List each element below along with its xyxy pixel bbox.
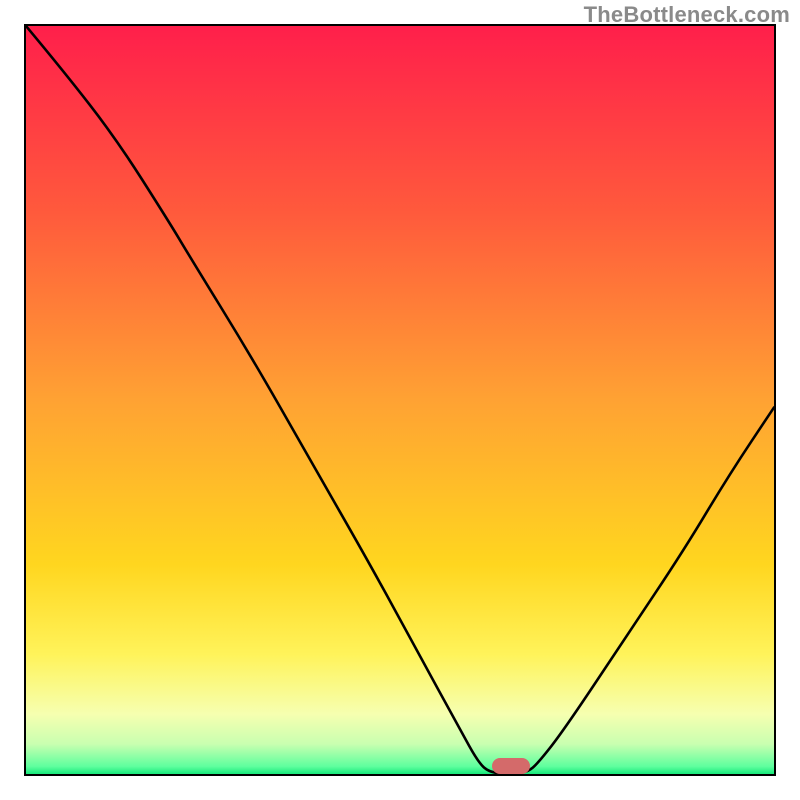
chart-container: TheBottleneck.com (0, 0, 800, 800)
background-gradient (26, 26, 774, 774)
plot-area (24, 24, 776, 776)
watermark-text: TheBottleneck.com (584, 2, 790, 28)
